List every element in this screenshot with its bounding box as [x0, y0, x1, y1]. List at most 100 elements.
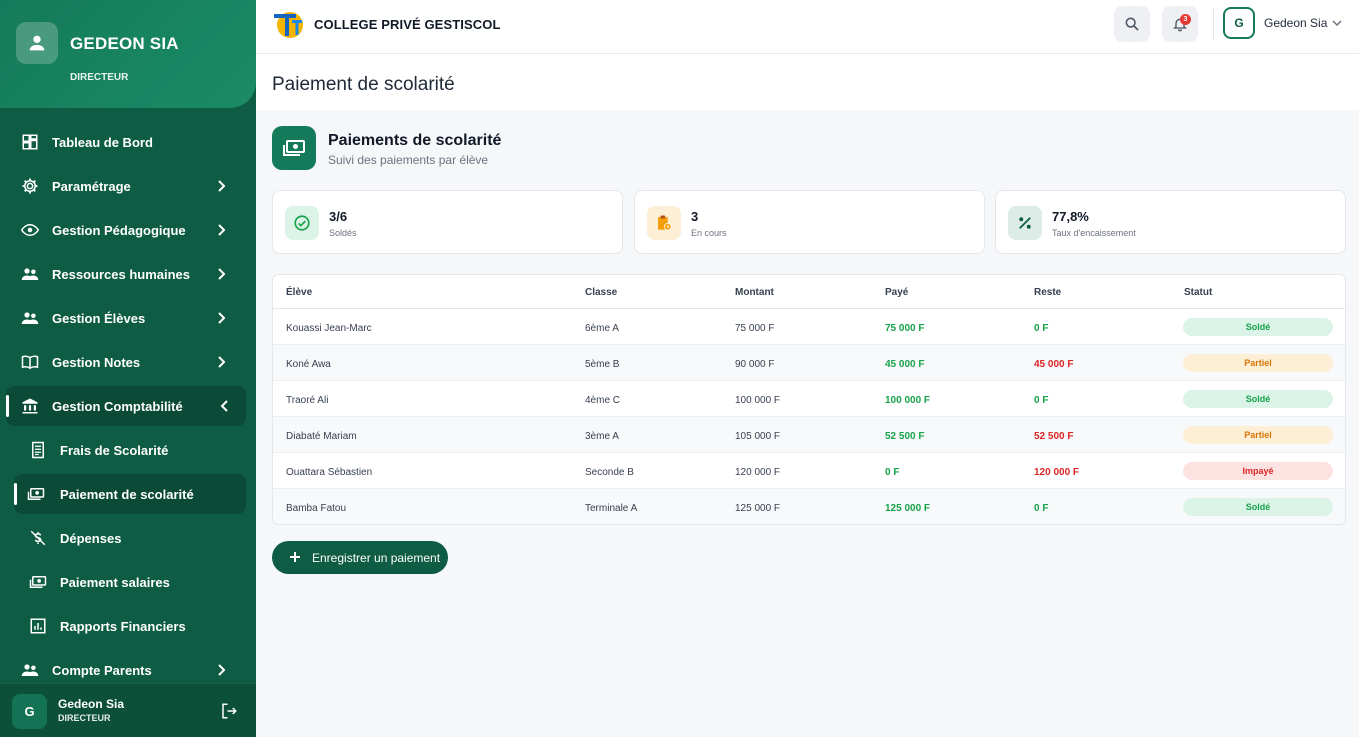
sidebar-item-label: Rapports Financiers [60, 618, 186, 634]
cell-eleve: Diabaté Mariam [286, 431, 357, 442]
chevron-right-icon [218, 268, 226, 280]
avatar: G [1223, 7, 1255, 39]
cell-classe: Terminale A [585, 503, 638, 514]
footer-user-role: DIRECTEUR [58, 713, 111, 723]
stat-label: Taux d'encaissement [1052, 228, 1136, 238]
table-row[interactable]: Koné Awa 5ème B 90 000 F 45 000 F 45 000… [273, 345, 1345, 381]
users-icon [21, 664, 39, 676]
eye-icon [21, 223, 39, 237]
table-row[interactable]: Traoré Ali 4ème C 100 000 F 100 000 F 0 … [273, 381, 1345, 417]
money-off-icon [30, 530, 46, 546]
plus-icon [290, 552, 300, 562]
search-icon [1125, 17, 1139, 31]
stat-value: 77,8% [1052, 209, 1089, 224]
column-header-classe[interactable]: Classe [585, 287, 617, 298]
add-payment-button[interactable]: Enregistrer un paiement [272, 541, 448, 574]
sidebar-item-label: Gestion Pédagogique [52, 222, 186, 238]
cell-eleve: Traoré Ali [286, 395, 329, 406]
gear-icon [22, 178, 38, 194]
cell-montant: 105 000 F [735, 431, 781, 442]
cell-paye: 75 000 F [885, 323, 925, 334]
status-badge: Soldé [1183, 318, 1333, 336]
sidebar-user-name: GEDEON SIA [70, 34, 179, 53]
sidebar-item-frais-de-scolarite[interactable]: Frais de Scolarité [0, 428, 256, 472]
status-badge: Soldé [1183, 390, 1333, 408]
cell-reste: 0 F [1034, 503, 1049, 514]
column-header-eleve[interactable]: Élève [286, 287, 312, 298]
users-icon [21, 268, 39, 280]
money-icon [272, 126, 316, 170]
user-avatar-icon [16, 22, 58, 64]
stat-card-en-cours: 3 En cours [634, 190, 985, 254]
school-name: COLLEGE PRIVÉ GESTISCOL [314, 17, 501, 32]
status-badge: Partiel [1183, 426, 1333, 444]
section-header: Paiements de scolarité Suivi des paiemen… [272, 126, 872, 170]
cell-eleve: Bamba Fatou [286, 503, 347, 514]
bank-icon [22, 398, 38, 414]
school-logo-icon [274, 12, 303, 38]
chart-icon [30, 618, 46, 634]
cell-montant: 75 000 F [735, 323, 775, 334]
dashboard-icon [22, 134, 38, 150]
section-title: Paiements de scolarité [328, 132, 502, 149]
cell-eleve: Kouassi Jean-Marc [286, 323, 372, 334]
cell-classe: 6ème A [585, 323, 619, 334]
sidebar-item-tableau-de-bord[interactable]: Tableau de Bord [0, 120, 256, 164]
cell-montant: 120 000 F [735, 467, 781, 478]
cell-paye: 45 000 F [885, 359, 925, 370]
column-header-reste[interactable]: Reste [1034, 287, 1061, 298]
cell-paye: 52 500 F [885, 431, 925, 442]
cell-reste: 0 F [1034, 323, 1049, 334]
column-header-montant[interactable]: Montant [735, 287, 774, 298]
search-button[interactable] [1114, 6, 1150, 42]
chevron-right-icon [218, 224, 226, 236]
cell-classe: 5ème B [585, 359, 620, 370]
cell-montant: 90 000 F [735, 359, 775, 370]
table-row[interactable]: Ouattara Sébastien Seconde B 120 000 F 0… [273, 453, 1345, 489]
table-row[interactable]: Bamba Fatou Terminale A 125 000 F 125 00… [273, 489, 1345, 524]
cell-montant: 100 000 F [735, 395, 781, 406]
cell-classe: Seconde B [585, 467, 634, 478]
cell-eleve: Ouattara Sébastien [286, 467, 373, 478]
sidebar-item-depenses[interactable]: Dépenses [0, 516, 256, 560]
cell-reste: 120 000 F [1034, 467, 1080, 478]
notifications-button[interactable]: 3 [1162, 6, 1198, 42]
money-icon [29, 576, 47, 588]
table-row[interactable]: Kouassi Jean-Marc 6ème A 75 000 F 75 000… [273, 309, 1345, 345]
table-row[interactable]: Diabaté Mariam 3ème A 105 000 F 52 500 F… [273, 417, 1345, 453]
sidebar-item-label: Paiement salaires [60, 574, 170, 590]
sidebar-item-gestion-eleves[interactable]: Gestion Élèves [0, 296, 256, 340]
sidebar-item-rapports-financiers[interactable]: Rapports Financiers [0, 604, 256, 648]
sidebar-item-label: Gestion Notes [52, 354, 141, 370]
section-subtitle: Suivi des paiements par élève [328, 153, 489, 167]
cell-eleve: Koné Awa [286, 359, 331, 370]
sidebar-item-paiement-salaires[interactable]: Paiement salaires [0, 560, 256, 604]
sidebar-user-role: DIRECTEUR [70, 72, 129, 83]
cell-paye: 125 000 F [885, 503, 931, 514]
sidebar-item-gestion-notes[interactable]: Gestion Notes [0, 340, 256, 384]
stat-label: Soldés [329, 228, 357, 238]
cell-reste: 0 F [1034, 395, 1049, 406]
user-menu[interactable]: G Gedeon Sia [1223, 7, 1353, 41]
sidebar-item-gestion-pedagogique[interactable]: Gestion Pédagogique [0, 208, 256, 252]
sidebar-item-gestion-comptabilite[interactable]: Gestion Comptabilité [6, 386, 246, 426]
sidebar-item-label: Tableau de Bord [52, 134, 153, 150]
notification-badge: 3 [1180, 14, 1191, 25]
sidebar-footer: G Gedeon Sia DIRECTEUR [0, 683, 256, 737]
sidebar-item-ressources-humaines[interactable]: Ressources humaines [0, 252, 256, 296]
column-header-statut[interactable]: Statut [1184, 287, 1212, 298]
receipt-icon [32, 441, 44, 459]
sidebar-item-label: Gestion Comptabilité [52, 398, 183, 414]
cell-classe: 3ème A [585, 431, 619, 442]
stat-card-taux-encaissement: 77,8% Taux d'encaissement [995, 190, 1346, 254]
cell-classe: 4ème C [585, 395, 621, 406]
logout-icon[interactable] [220, 702, 238, 720]
column-header-paye[interactable]: Payé [885, 287, 908, 298]
clipboard-clock-icon [647, 206, 681, 240]
sidebar-item-paiement-de-scolarite[interactable]: Paiement de scolarité [14, 474, 246, 514]
cell-montant: 125 000 F [735, 503, 781, 514]
sidebar-item-parametrage[interactable]: Paramétrage [0, 164, 256, 208]
stat-value: 3/6 [329, 209, 348, 224]
sidebar: GEDEON SIA DIRECTEUR Tableau de Bord Par… [0, 0, 256, 737]
sidebar-item-label: Gestion Élèves [52, 310, 146, 326]
